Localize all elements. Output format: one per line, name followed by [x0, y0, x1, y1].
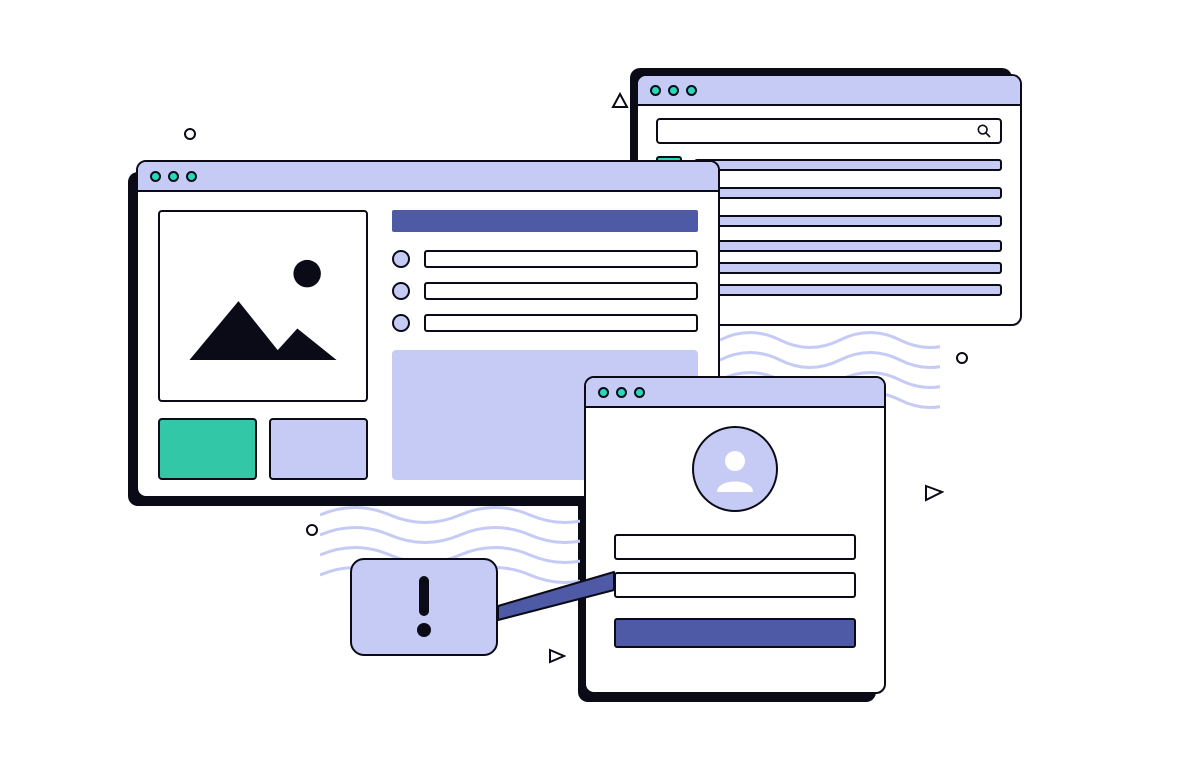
traffic-light-icon — [168, 171, 179, 182]
person-icon — [708, 442, 762, 496]
image-placeholder — [158, 210, 368, 402]
submit-button[interactable] — [614, 618, 856, 648]
traffic-light-icon — [634, 387, 645, 398]
thumbnail[interactable] — [158, 418, 257, 480]
radio-icon[interactable] — [392, 250, 410, 268]
radio-icon[interactable] — [392, 282, 410, 300]
text-line — [424, 314, 698, 332]
text-line — [694, 187, 1002, 199]
radio-icon[interactable] — [392, 314, 410, 332]
decor-triangle-icon — [924, 484, 944, 502]
text-line — [694, 215, 1002, 227]
titlebar — [638, 76, 1020, 106]
username-field[interactable] — [614, 534, 856, 560]
titlebar — [138, 162, 718, 192]
traffic-light-icon — [150, 171, 161, 182]
decor-triangle-icon — [548, 648, 566, 664]
titlebar — [586, 378, 884, 408]
option-row[interactable] — [392, 282, 698, 300]
decor-circle-icon — [956, 352, 968, 364]
section-header-bar — [392, 210, 698, 232]
image-placeholder-icon — [160, 212, 366, 400]
decor-triangle-icon — [610, 92, 630, 110]
thumbnail[interactable] — [269, 418, 368, 480]
traffic-light-icon — [668, 85, 679, 96]
traffic-light-icon — [686, 85, 697, 96]
search-icon — [976, 123, 992, 139]
alert-bubble — [350, 558, 498, 656]
option-row[interactable] — [392, 314, 698, 332]
window-login — [584, 376, 886, 694]
traffic-light-icon — [616, 387, 627, 398]
text-line — [424, 282, 698, 300]
avatar — [692, 426, 778, 512]
password-field[interactable] — [614, 572, 856, 598]
search-input[interactable] — [656, 118, 1002, 144]
traffic-light-icon — [186, 171, 197, 182]
exclamation-icon — [411, 574, 437, 640]
illustration-stage — [0, 0, 1200, 760]
option-row[interactable] — [392, 250, 698, 268]
decor-circle-icon — [306, 524, 318, 536]
traffic-light-icon — [650, 85, 661, 96]
traffic-light-icon — [598, 387, 609, 398]
decor-circle-icon — [184, 128, 196, 140]
text-line — [694, 159, 1002, 171]
text-line — [424, 250, 698, 268]
